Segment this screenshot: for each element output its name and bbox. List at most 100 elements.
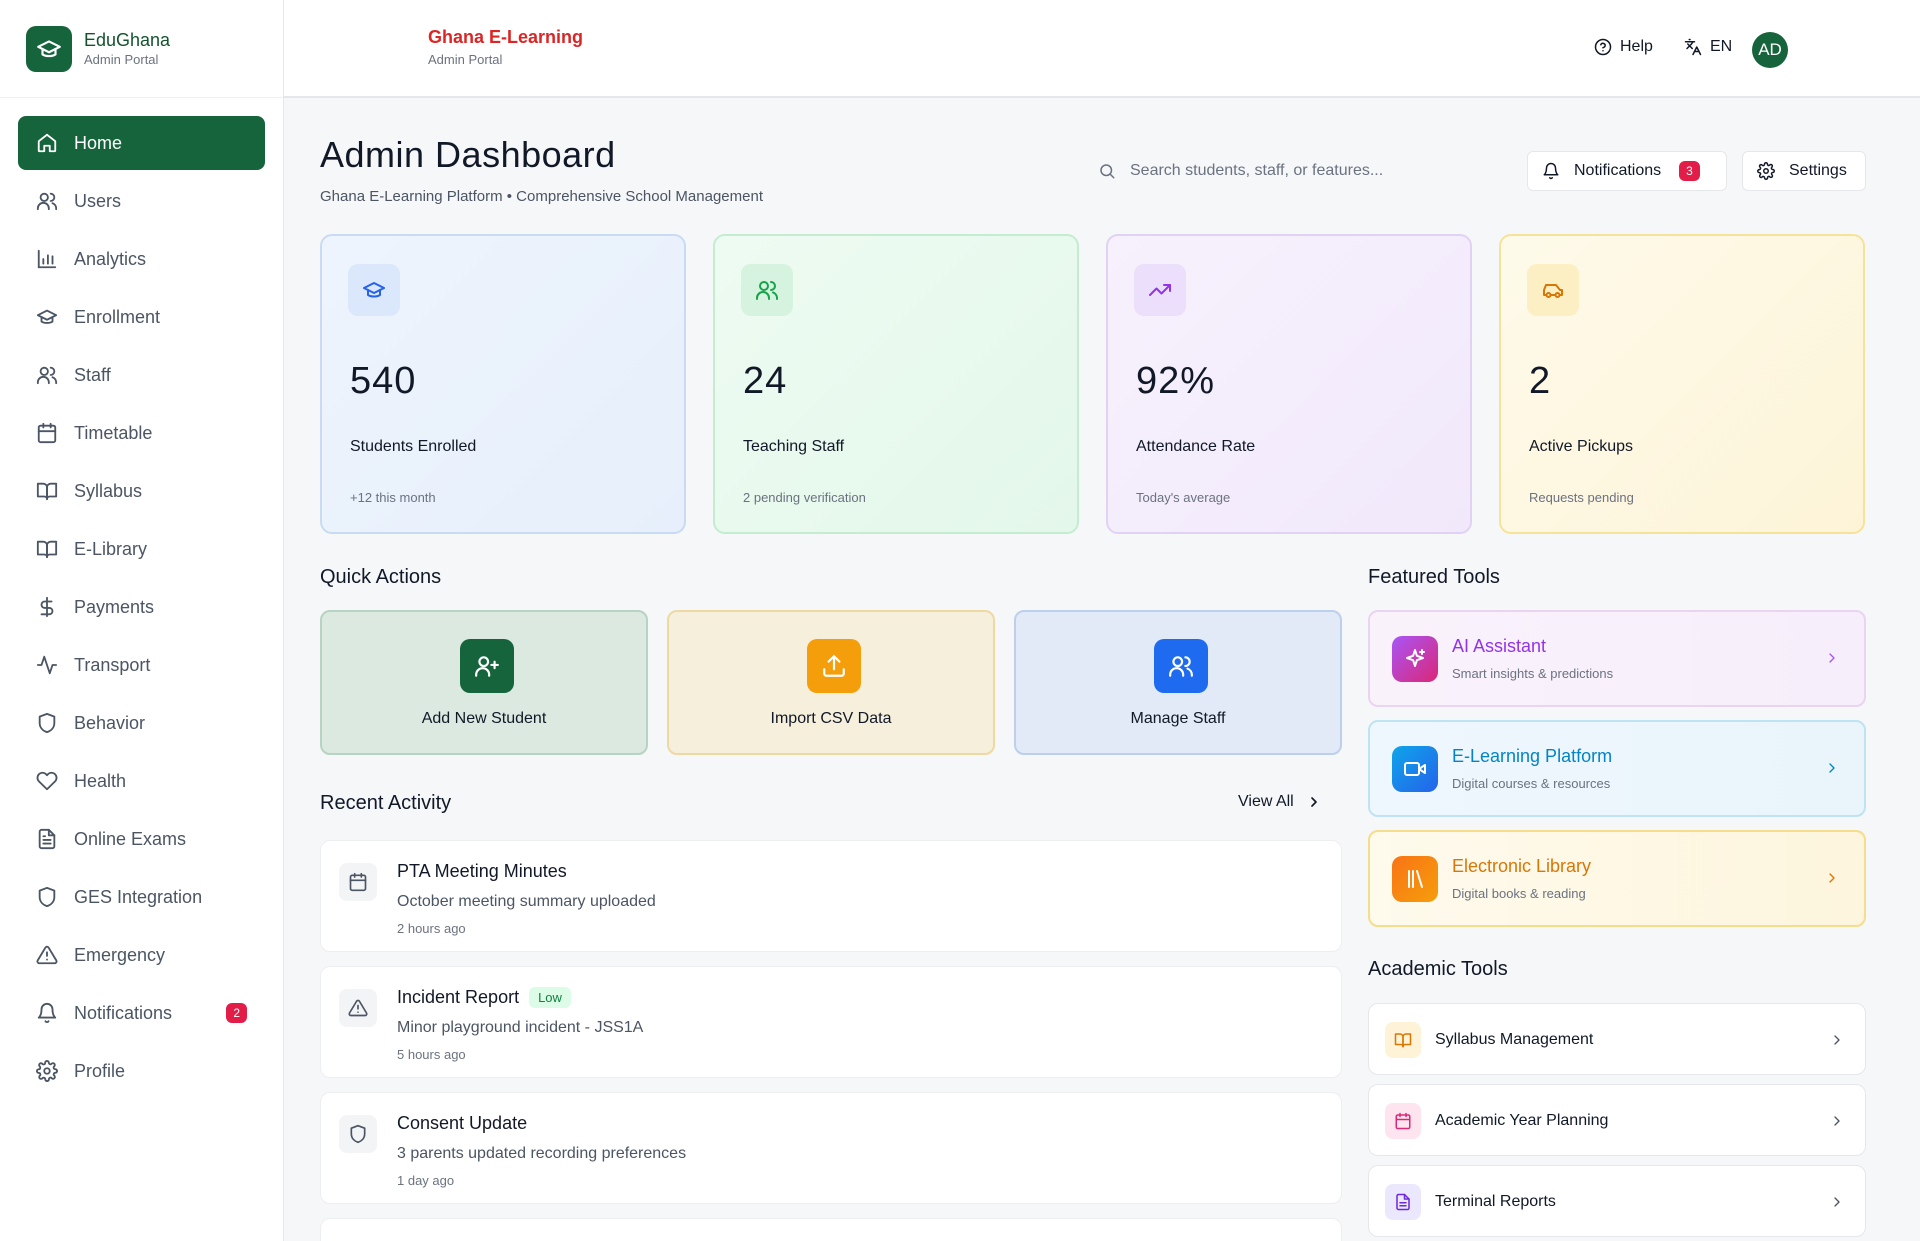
featured-tools-heading: Featured Tools	[1368, 566, 1500, 588]
sidebar-item-notifications[interactable]: Notifications 2	[18, 986, 265, 1040]
chevron-right-icon	[1824, 870, 1840, 886]
sidebar-item-analytics[interactable]: Analytics	[18, 232, 265, 286]
chevron-right-icon	[1829, 1194, 1845, 1210]
view-all-link[interactable]: View All	[1238, 793, 1322, 811]
featured-tool-ai-assistant[interactable]: AI Assistant Smart insights & prediction…	[1368, 610, 1866, 707]
language-switcher[interactable]: EN	[1684, 38, 1732, 56]
stat-card-students[interactable]: 540 Students Enrolled +12 this month	[320, 234, 686, 534]
add-new-student-button[interactable]: Add New Student	[320, 610, 648, 755]
bell-icon	[1542, 162, 1560, 180]
academic-tool-terminal-reports[interactable]: Terminal Reports	[1368, 1165, 1866, 1237]
sidebar-item-online-exams[interactable]: Online Exams	[18, 812, 265, 866]
notifications-button[interactable]: Notifications 3	[1527, 151, 1727, 191]
book-open-icon	[36, 480, 58, 502]
stat-card-staff[interactable]: 24 Teaching Staff 2 pending verification	[713, 234, 1079, 534]
brand-subtitle: Admin Portal	[84, 51, 159, 67]
calendar-icon	[339, 863, 377, 901]
stat-card-pickups[interactable]: 2 Active Pickups Requests pending	[1499, 234, 1865, 534]
search-icon	[1098, 162, 1116, 180]
notification-count-badge: 2	[226, 1003, 247, 1023]
sidebar-item-label: Behavior	[74, 712, 146, 733]
sidebar-nav: Home Users Analytics Enrollment Staff Ti…	[0, 98, 283, 1098]
chevron-right-icon	[1306, 794, 1322, 810]
sidebar-item-label: Profile	[74, 1060, 126, 1081]
featured-tool-e-learning-platform[interactable]: E-Learning Platform Digital courses & re…	[1368, 720, 1866, 817]
academic-tool-syllabus-management[interactable]: Syllabus Management	[1368, 1003, 1866, 1075]
academic-tool-label: Syllabus Management	[1435, 1031, 1594, 1048]
dollar-icon	[36, 596, 58, 618]
featured-tool-electronic-library[interactable]: Electronic Library Digital books & readi…	[1368, 830, 1866, 927]
activity-item[interactable]: Incident Report Low Minor playground inc…	[320, 966, 1342, 1078]
video-icon	[1392, 746, 1438, 792]
sidebar-item-home[interactable]: Home	[18, 116, 265, 170]
sidebar-item-ges-integration[interactable]: GES Integration	[18, 870, 265, 924]
sidebar-item-timetable[interactable]: Timetable	[18, 406, 265, 460]
stat-value: 540	[350, 360, 417, 402]
recent-activity-heading: Recent Activity	[320, 792, 452, 814]
sidebar-item-label: Timetable	[74, 422, 153, 443]
stat-label: Students Enrolled	[350, 438, 477, 455]
stat-value: 24	[743, 360, 788, 402]
stat-label: Teaching Staff	[743, 438, 845, 455]
sidebar-item-label: Health	[74, 770, 127, 791]
calendar-icon	[36, 422, 58, 444]
sidebar-item-label: Analytics	[74, 248, 147, 269]
chevron-right-icon	[1824, 760, 1840, 776]
sidebar-item-e-library[interactable]: E-Library	[18, 522, 265, 576]
heart-icon	[36, 770, 58, 792]
activity-time: 5 hours ago	[397, 1047, 466, 1062]
stat-note: Requests pending	[1529, 490, 1634, 505]
academic-tool-label: Academic Year Planning	[1435, 1112, 1609, 1129]
users-icon	[36, 364, 58, 386]
sidebar-item-label: Payments	[74, 596, 155, 617]
book-open-icon	[36, 538, 58, 560]
stat-note: +12 this month	[350, 490, 436, 505]
sidebar-item-payments[interactable]: Payments	[18, 580, 265, 634]
library-icon	[1392, 856, 1438, 902]
sidebar-item-syllabus[interactable]: Syllabus	[18, 464, 265, 518]
bell-icon	[36, 1002, 58, 1024]
sidebar-item-profile[interactable]: Profile	[18, 1044, 265, 1098]
graduation-cap-icon	[36, 306, 58, 328]
brand[interactable]: EduGhana Admin Portal	[0, 0, 283, 98]
activity-item[interactable]	[320, 1218, 1342, 1241]
sidebar-item-enrollment[interactable]: Enrollment	[18, 290, 265, 344]
sidebar-item-behavior[interactable]: Behavior	[18, 696, 265, 750]
sidebar-item-transport[interactable]: Transport	[18, 638, 265, 692]
activity-description: 3 parents updated recording preferences	[397, 1145, 687, 1162]
page-title: Admin Dashboard	[320, 134, 616, 175]
sidebar-item-label: E-Library	[74, 538, 148, 559]
calendar-icon	[1385, 1103, 1421, 1139]
graduation-cap-icon	[26, 25, 72, 72]
quick-actions-heading: Quick Actions	[320, 566, 442, 588]
stat-card-attendance[interactable]: 92% Attendance Rate Today's average	[1106, 234, 1472, 534]
notifications-label: Notifications	[1574, 162, 1662, 179]
sidebar: EduGhana Admin Portal Home Users Analyti…	[0, 0, 284, 1241]
featured-tool-subtitle: Smart insights & predictions	[1452, 666, 1614, 681]
settings-button[interactable]: Settings	[1742, 151, 1866, 191]
help-button[interactable]: Help	[1594, 38, 1653, 56]
stat-note: Today's average	[1136, 490, 1231, 505]
sidebar-item-health[interactable]: Health	[18, 754, 265, 808]
activity-description: October meeting summary uploaded	[397, 893, 656, 910]
help-circle-icon	[1594, 38, 1612, 56]
shield-icon	[339, 1115, 377, 1153]
import-csv-data-button[interactable]: Import CSV Data	[667, 610, 995, 755]
sidebar-item-staff[interactable]: Staff	[18, 348, 265, 402]
sidebar-item-emergency[interactable]: Emergency	[18, 928, 265, 982]
severity-badge: Low	[529, 987, 571, 1008]
chevron-right-icon	[1829, 1113, 1845, 1129]
sparkles-icon	[1392, 636, 1438, 682]
academic-tools-heading: Academic Tools	[1368, 958, 1508, 980]
academic-tool-label: Terminal Reports	[1435, 1193, 1556, 1210]
header-subtitle: Admin Portal	[428, 52, 503, 67]
activity-item[interactable]: Consent Update 3 parents updated recordi…	[320, 1092, 1342, 1204]
search-input[interactable]	[1130, 162, 1490, 180]
sidebar-item-users[interactable]: Users	[18, 174, 265, 228]
graduation-cap-icon	[348, 264, 400, 316]
manage-staff-button[interactable]: Manage Staff	[1014, 610, 1342, 755]
avatar[interactable]: AD	[1752, 32, 1788, 68]
academic-tool-academic-year-planning[interactable]: Academic Year Planning	[1368, 1084, 1866, 1156]
file-text-icon	[36, 828, 58, 850]
activity-item[interactable]: PTA Meeting Minutes October meeting summ…	[320, 840, 1342, 952]
